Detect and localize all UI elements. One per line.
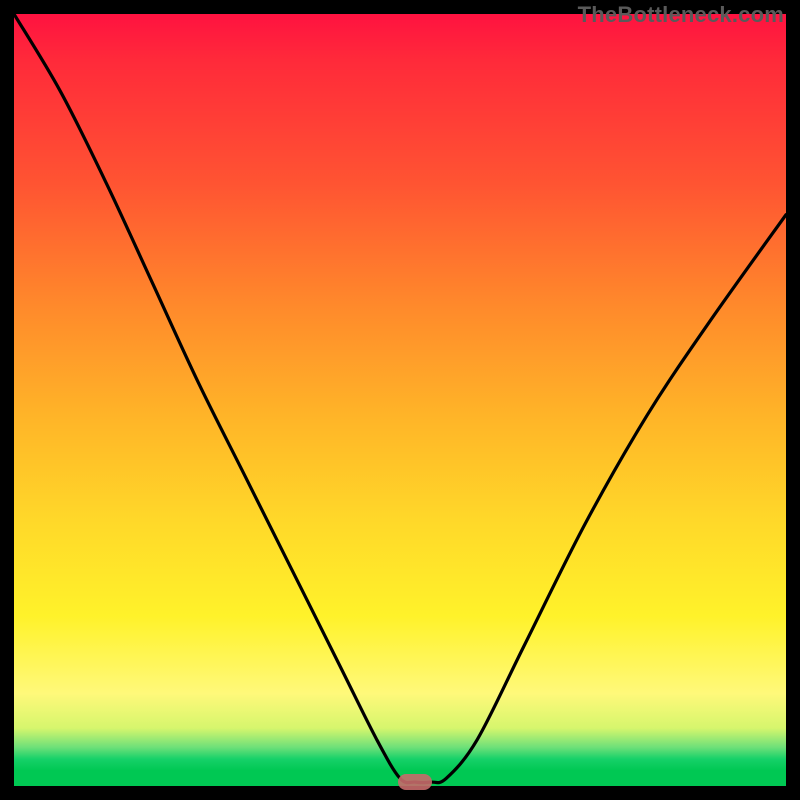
- chart-frame: [14, 14, 786, 786]
- watermark-text: TheBottleneck.com: [578, 2, 784, 28]
- chart-gradient-background: [14, 14, 786, 786]
